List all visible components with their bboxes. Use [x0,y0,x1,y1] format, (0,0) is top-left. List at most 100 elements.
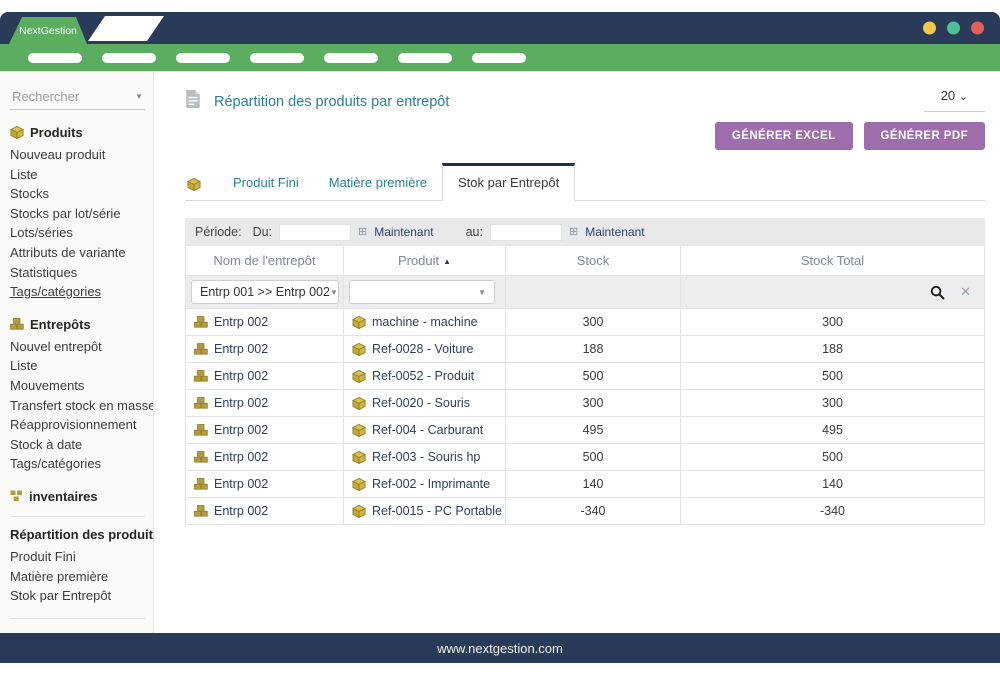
sidebar-item[interactable]: Nouveau produit [10,145,145,165]
tab-mati-re-premi-re[interactable]: Matière première [314,166,442,200]
tab-produit-fini[interactable]: Produit Fini [218,166,314,200]
search-placeholder: Rechercher [12,89,79,104]
browser-top-bar: NextGestion [0,12,1000,44]
warehouse-cell: Entrp 002 [214,342,268,356]
stock-total-cell: -340 [681,498,985,525]
table-row[interactable]: Entrp 002machine - machine300300 [186,309,985,336]
warehouse-icon [194,397,208,409]
table-row[interactable]: Entrp 002Ref-002 - Imprimante140140 [186,471,985,498]
table-row[interactable]: Entrp 002 Ref-0020 - Souris 300300 [186,390,985,417]
column-header[interactable]: Stock [506,246,681,276]
sidebar-item[interactable]: Liste [10,165,145,185]
stock-cell: 300 [506,390,681,417]
nav-item-placeholder[interactable] [472,53,526,63]
sidebar-item[interactable]: Mouvements [10,376,145,396]
sidebar-item[interactable]: Statistiques [10,263,145,283]
clear-filter-icon[interactable]: ✕ [960,284,971,300]
sidebar-item[interactable]: Stocks par lot/série [10,204,145,224]
warehouse-icon [194,424,208,436]
warehouse-cell: Entrp 002 [214,396,268,410]
nav-item-placeholder[interactable] [176,53,230,63]
product-filter-select[interactable]: ▼ [349,280,495,304]
nav-item-placeholder[interactable] [324,53,378,63]
sidebar-search-select[interactable]: Rechercher ▼ [10,86,145,110]
stock-cell: 500 [506,444,681,471]
warehouse-icon [194,343,208,355]
window-dot-yellow[interactable] [923,22,936,35]
search-icon[interactable] [930,285,945,300]
sort-asc-icon: ▲ [443,257,451,266]
package-icon [185,178,203,200]
nav-item-placeholder[interactable] [102,53,156,63]
sidebar-item[interactable]: Stock à date [10,435,145,455]
stock-cell: -340 [506,498,681,525]
now-link-from[interactable]: Maintenant [374,225,433,239]
nav-item-placeholder[interactable] [28,53,82,63]
browser-tab-placeholder[interactable] [88,16,164,41]
tab-stok-par-entrep-t[interactable]: Stok par Entrepôt [442,163,575,201]
column-header[interactable]: Stock Total [681,246,985,276]
main-nav-bar [0,44,1000,72]
stock-total-cell: 500 [681,444,985,471]
generate-excel-button[interactable]: GÉNÉRER EXCEL [715,122,853,150]
sidebar-item[interactable]: Lots/séries [10,223,145,243]
sidebar-item[interactable]: Transfert stock en masse [10,396,145,416]
brand-logo[interactable]: NextGestion [9,17,87,44]
chevron-down-icon: ▼ [135,92,143,101]
period-to-input[interactable] [490,224,562,241]
warehouse-cell: Entrp 002 [214,450,268,464]
sidebar-item[interactable]: Réapprovisionnement [10,415,145,435]
package-icon [352,316,366,329]
period-from-input[interactable] [279,224,351,241]
sidebar-item[interactable]: Attributs de variante [10,243,145,263]
sidebar-item[interactable]: Tags/catégories [10,282,145,302]
window-dot-red[interactable] [971,22,984,35]
stock-total-cell: 300 [681,390,985,417]
page-size-select[interactable]: 20 ⌄ [924,86,985,112]
report-nav-item[interactable]: Stok par Entrepôt [10,586,145,606]
report-nav-item[interactable]: Produit Fini [10,547,145,567]
generate-pdf-button[interactable]: GÉNÉRER PDF [864,122,985,150]
sidebar-item[interactable]: Liste [10,356,145,376]
period-to-label: au: [466,225,483,239]
sidebar: Rechercher ▼ ProduitsNouveau produitList… [0,72,154,633]
product-cell: Ref-002 - Imprimante [372,477,490,491]
table-row[interactable]: Entrp 002Ref-0015 - PC Portable-340-340 [186,498,985,525]
period-label: Période: [195,225,242,239]
calendar-icon[interactable]: ⊞ [358,227,367,238]
sidebar-section-title[interactable]: inventaires [10,489,145,504]
sidebar-item[interactable]: Nouvel entrepôt [10,337,145,357]
nav-item-placeholder[interactable] [250,53,304,63]
report-nav-title[interactable]: Répartition des produit... [10,527,145,542]
warehouse-icon [194,478,208,490]
window-dot-green[interactable] [947,22,960,35]
footer-bar: www.nextgestion.com [0,633,1000,663]
stock-total-cell: 495 [681,417,985,444]
table-row[interactable]: Entrp 002Ref-004 - Carburant495495 [186,417,985,444]
warehouse-cell: Entrp 002 [214,477,268,491]
warehouse-filter-value: Entrp 001 >> Entrp 002 [200,285,330,299]
package-icon [10,126,24,139]
column-header[interactable]: Nom de l'entrepôt [186,246,344,276]
column-header[interactable]: Produit▲ [344,246,506,276]
stock-total-cell: 140 [681,471,985,498]
brand-name: NextGestion [19,25,77,37]
package-icon [352,451,366,464]
report-nav-items: Produit FiniMatière premièreStok par Ent… [10,547,145,606]
sidebar-item[interactable]: Tags/catégories [10,454,145,474]
product-cell: Ref-0020 - Souris [372,396,470,410]
now-link-to[interactable]: Maintenant [585,225,644,239]
report-nav-item[interactable]: Matière première [10,567,145,587]
stock-total-cell: 300 [681,309,985,336]
warehouse-filter-select[interactable]: Entrp 001 >> Entrp 002 ▼ [191,280,339,304]
calendar-icon[interactable]: ⊞ [569,227,578,238]
sidebar-section-title[interactable]: Produits [10,125,145,140]
table-row[interactable]: Entrp 002Ref-0052 - Produit500500 [186,363,985,390]
stock-total-cell: 188 [681,336,985,363]
table-row[interactable]: Entrp 002Ref-0028 - Voiture188188 [186,336,985,363]
sidebar-item[interactable]: Stocks [10,184,145,204]
nav-item-placeholder[interactable] [398,53,452,63]
product-cell: Ref-0028 - Voiture [372,342,473,356]
table-row[interactable]: Entrp 002Ref-003 - Souris hp500500 [186,444,985,471]
sidebar-section-title[interactable]: Entrepôts [10,317,145,332]
